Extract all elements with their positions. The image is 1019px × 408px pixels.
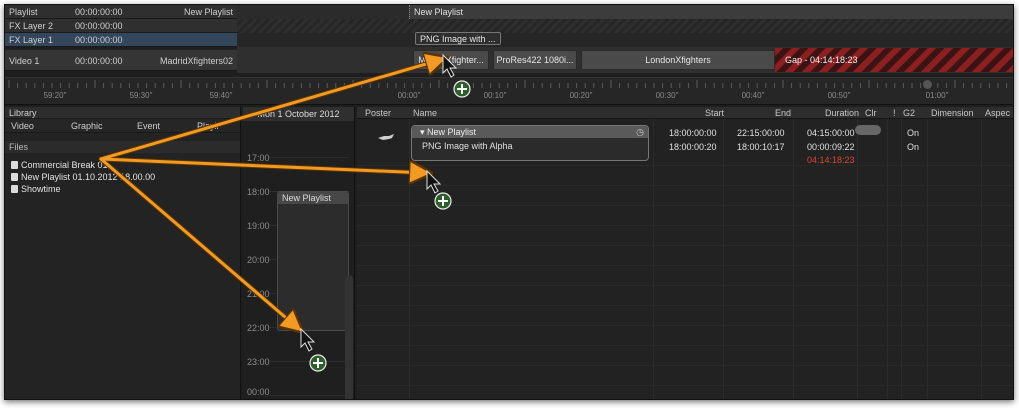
- arrow-cursor-icon: [300, 327, 316, 352]
- arrow-outlines: [98, 56, 446, 332]
- arrow-cursor-icon: [442, 53, 458, 78]
- drag-annotation-overlay: [98, 5, 471, 372]
- drag-arrow-to-timeline: [99, 59, 443, 161]
- playout-window: Playlist 00:00:00:00 New Playlist FX Lay…: [4, 4, 1014, 400]
- cursor-calendar: [300, 327, 327, 372]
- arrow-strokes: [99, 59, 443, 329]
- cursor-timeline: [442, 53, 471, 98]
- arrow-cursor-icon: [426, 169, 442, 194]
- drag-arrow-to-calendar: [99, 157, 299, 329]
- drag-arrow-to-list: [99, 157, 427, 173]
- cursor-list: [426, 169, 452, 210]
